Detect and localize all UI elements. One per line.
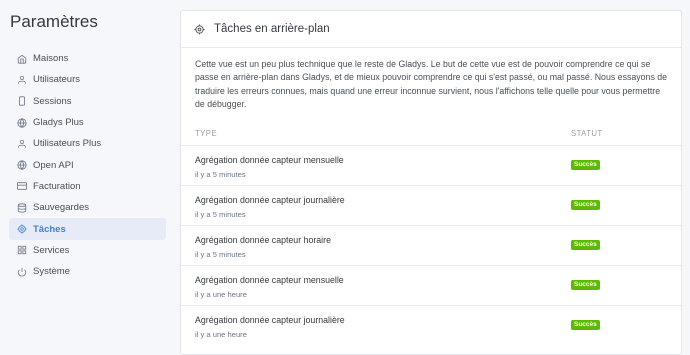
task-time: il y a 5 minutes [195, 250, 246, 259]
task-type: Agrégation donnée capteur mensuelle [195, 155, 344, 165]
sidebar-item-open-api[interactable]: Open API [9, 154, 166, 175]
sidebar-item-label: Open API [33, 159, 74, 171]
settings-icon [194, 23, 205, 35]
sidebar-item-label: Tâches [33, 223, 66, 235]
table-row[interactable]: Agrégation donnée capteur mensuelle il y… [181, 265, 681, 305]
task-time: il y a une heure [195, 330, 247, 339]
user-icon [17, 139, 27, 149]
table-row[interactable]: Agrégation donnée capteur journalière il… [181, 185, 681, 225]
tasks-table: Agrégation donnée capteur mensuelle il y… [181, 145, 681, 345]
sidebar-item-utilisateurs[interactable]: Utilisateurs [9, 69, 166, 90]
status-badge: Succès [571, 240, 600, 250]
sidebar-item-label: Gladys Plus [33, 117, 84, 129]
sidebar-title: Paramètres [10, 12, 98, 31]
phone-icon [17, 96, 27, 106]
sidebar-item-facturation[interactable]: Facturation [9, 176, 166, 197]
card-header: Tâches en arrière-plan [181, 11, 681, 48]
power-icon [17, 267, 27, 277]
task-time: il y a 5 minutes [195, 210, 246, 219]
status-badge: Succès [571, 320, 600, 330]
sidebar-item-label: Système [33, 266, 70, 278]
background-tasks-card: Tâches en arrière-plan Cette vue est un … [180, 10, 682, 355]
card-title: Tâches en arrière-plan [214, 23, 330, 35]
task-time: il y a une heure [195, 290, 247, 299]
sidebar-item-label: Sauvegardes [33, 202, 89, 214]
column-header-type: TYPE [195, 129, 217, 138]
sidebar-item-gladys-plus[interactable]: Gladys Plus [9, 112, 166, 133]
globe-icon [17, 160, 27, 170]
sidebar-item-label: Facturation [33, 180, 81, 192]
sidebar-item-label: Services [33, 244, 70, 256]
sidebar-item-systeme[interactable]: Système [9, 261, 166, 282]
globe-icon [17, 117, 27, 128]
grid-icon [17, 245, 27, 255]
table-row[interactable]: Agrégation donnée capteur horaire il y a… [181, 225, 681, 265]
sidebar-item-label: Utilisateurs [33, 74, 80, 86]
status-badge: Succès [571, 160, 600, 170]
settings-icon [17, 224, 27, 234]
sidebar-item-sauvegardes[interactable]: Sauvegardes [9, 197, 166, 218]
task-type: Agrégation donnée capteur horaire [195, 235, 331, 245]
credit-card-icon [17, 181, 27, 191]
status-badge: Succès [571, 200, 600, 210]
sidebar: Paramètres Maisons Utilisateurs Sessions… [0, 0, 172, 350]
sidebar-item-label: Sessions [33, 95, 72, 107]
card-description: Cette vue est un peu plus technique que … [195, 59, 668, 110]
sidebar-item-taches[interactable]: Tâches [9, 218, 166, 240]
task-type: Agrégation donnée capteur journalière [195, 195, 345, 205]
table-row[interactable]: Agrégation donnée capteur journalière il… [181, 305, 681, 345]
sidebar-item-utilisateurs-plus[interactable]: Utilisateurs Plus [9, 133, 166, 154]
sidebar-item-sessions[interactable]: Sessions [9, 91, 166, 112]
sidebar-nav: Maisons Utilisateurs Sessions Gladys Plu… [9, 48, 166, 282]
sidebar-item-label: Maisons [33, 53, 69, 65]
sidebar-item-maisons[interactable]: Maisons [9, 48, 166, 69]
task-type: Agrégation donnée capteur mensuelle [195, 275, 344, 285]
sidebar-item-services[interactable]: Services [9, 240, 166, 261]
column-header-status: STATUT [571, 129, 603, 138]
sidebar-item-label: Utilisateurs Plus [33, 138, 102, 150]
status-badge: Succès [571, 280, 600, 290]
task-type: Agrégation donnée capteur journalière [195, 315, 345, 325]
database-icon [17, 203, 27, 213]
user-icon [17, 75, 27, 85]
home-icon [17, 54, 27, 64]
table-row[interactable]: Agrégation donnée capteur mensuelle il y… [181, 145, 681, 185]
task-time: il y a 5 minutes [195, 170, 246, 179]
